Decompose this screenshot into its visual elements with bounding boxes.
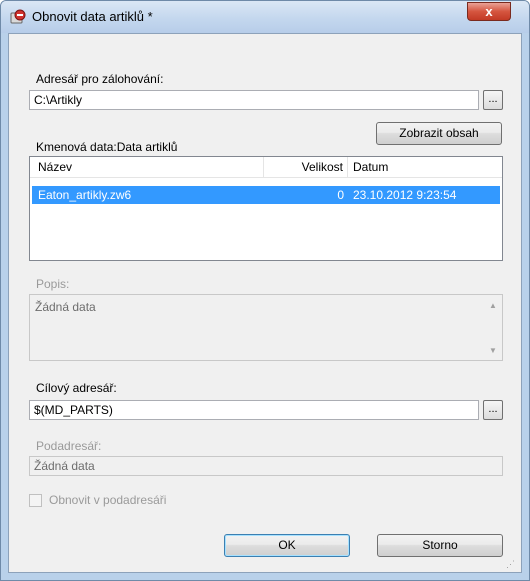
master-data-label: Kmenová data:Data artiklů xyxy=(36,140,178,154)
item-size: 0 xyxy=(337,188,344,202)
description-text: Žádná data xyxy=(35,300,96,314)
window-title: Obnovit data artiklů * xyxy=(32,9,153,24)
master-data-list[interactable]: Název Velikost Datum Eaton_artikly.zw6 0… xyxy=(29,156,503,261)
column-header-name[interactable]: Název xyxy=(30,157,264,177)
description-label: Popis: xyxy=(36,277,70,291)
item-name: Eaton_artikly.zw6 xyxy=(38,188,132,202)
subdirectory-label: Podadresář: xyxy=(36,439,102,453)
scroll-down-icon: ▼ xyxy=(489,346,497,355)
title-bar[interactable]: Obnovit data artiklů * x xyxy=(1,1,529,33)
close-icon: x xyxy=(485,4,493,19)
list-item[interactable]: Eaton_artikly.zw6 0 23.10.2012 9:23:54 xyxy=(32,186,500,204)
resize-grip-icon[interactable]: ⋰ xyxy=(506,559,516,569)
show-content-button[interactable]: Zobrazit obsah xyxy=(376,122,502,145)
target-dir-label: Cílový adresář: xyxy=(36,381,117,395)
scroll-up-icon: ▲ xyxy=(489,301,497,310)
target-dir-browse-button[interactable]: ... xyxy=(483,400,503,420)
cancel-button[interactable]: Storno xyxy=(377,534,503,557)
column-header-size[interactable]: Velikost xyxy=(264,157,348,177)
subdirectory-field: Žádná data xyxy=(29,456,503,476)
app-icon xyxy=(10,9,26,24)
item-date: 23.10.2012 9:23:54 xyxy=(353,188,457,202)
close-button[interactable]: x xyxy=(467,2,511,21)
backup-dir-browse-button[interactable]: ... xyxy=(483,90,503,110)
column-header-date[interactable]: Datum xyxy=(348,157,502,177)
restore-in-subdir-checkbox[interactable] xyxy=(29,494,42,507)
ok-button[interactable]: OK xyxy=(224,534,350,557)
backup-dir-label: Adresář pro zálohování: xyxy=(36,72,164,86)
description-textarea: Žádná data ▲ ▼ xyxy=(29,294,503,361)
list-header: Název Velikost Datum xyxy=(30,157,502,178)
restore-in-subdir-label[interactable]: Obnovit v podadresáři xyxy=(49,493,166,507)
target-dir-field[interactable]: $(MD_PARTS) xyxy=(29,400,479,420)
dialog-window: Obnovit data artiklů * x Adresář pro zál… xyxy=(0,0,530,581)
backup-dir-field[interactable]: C:\Artikly xyxy=(29,90,479,110)
